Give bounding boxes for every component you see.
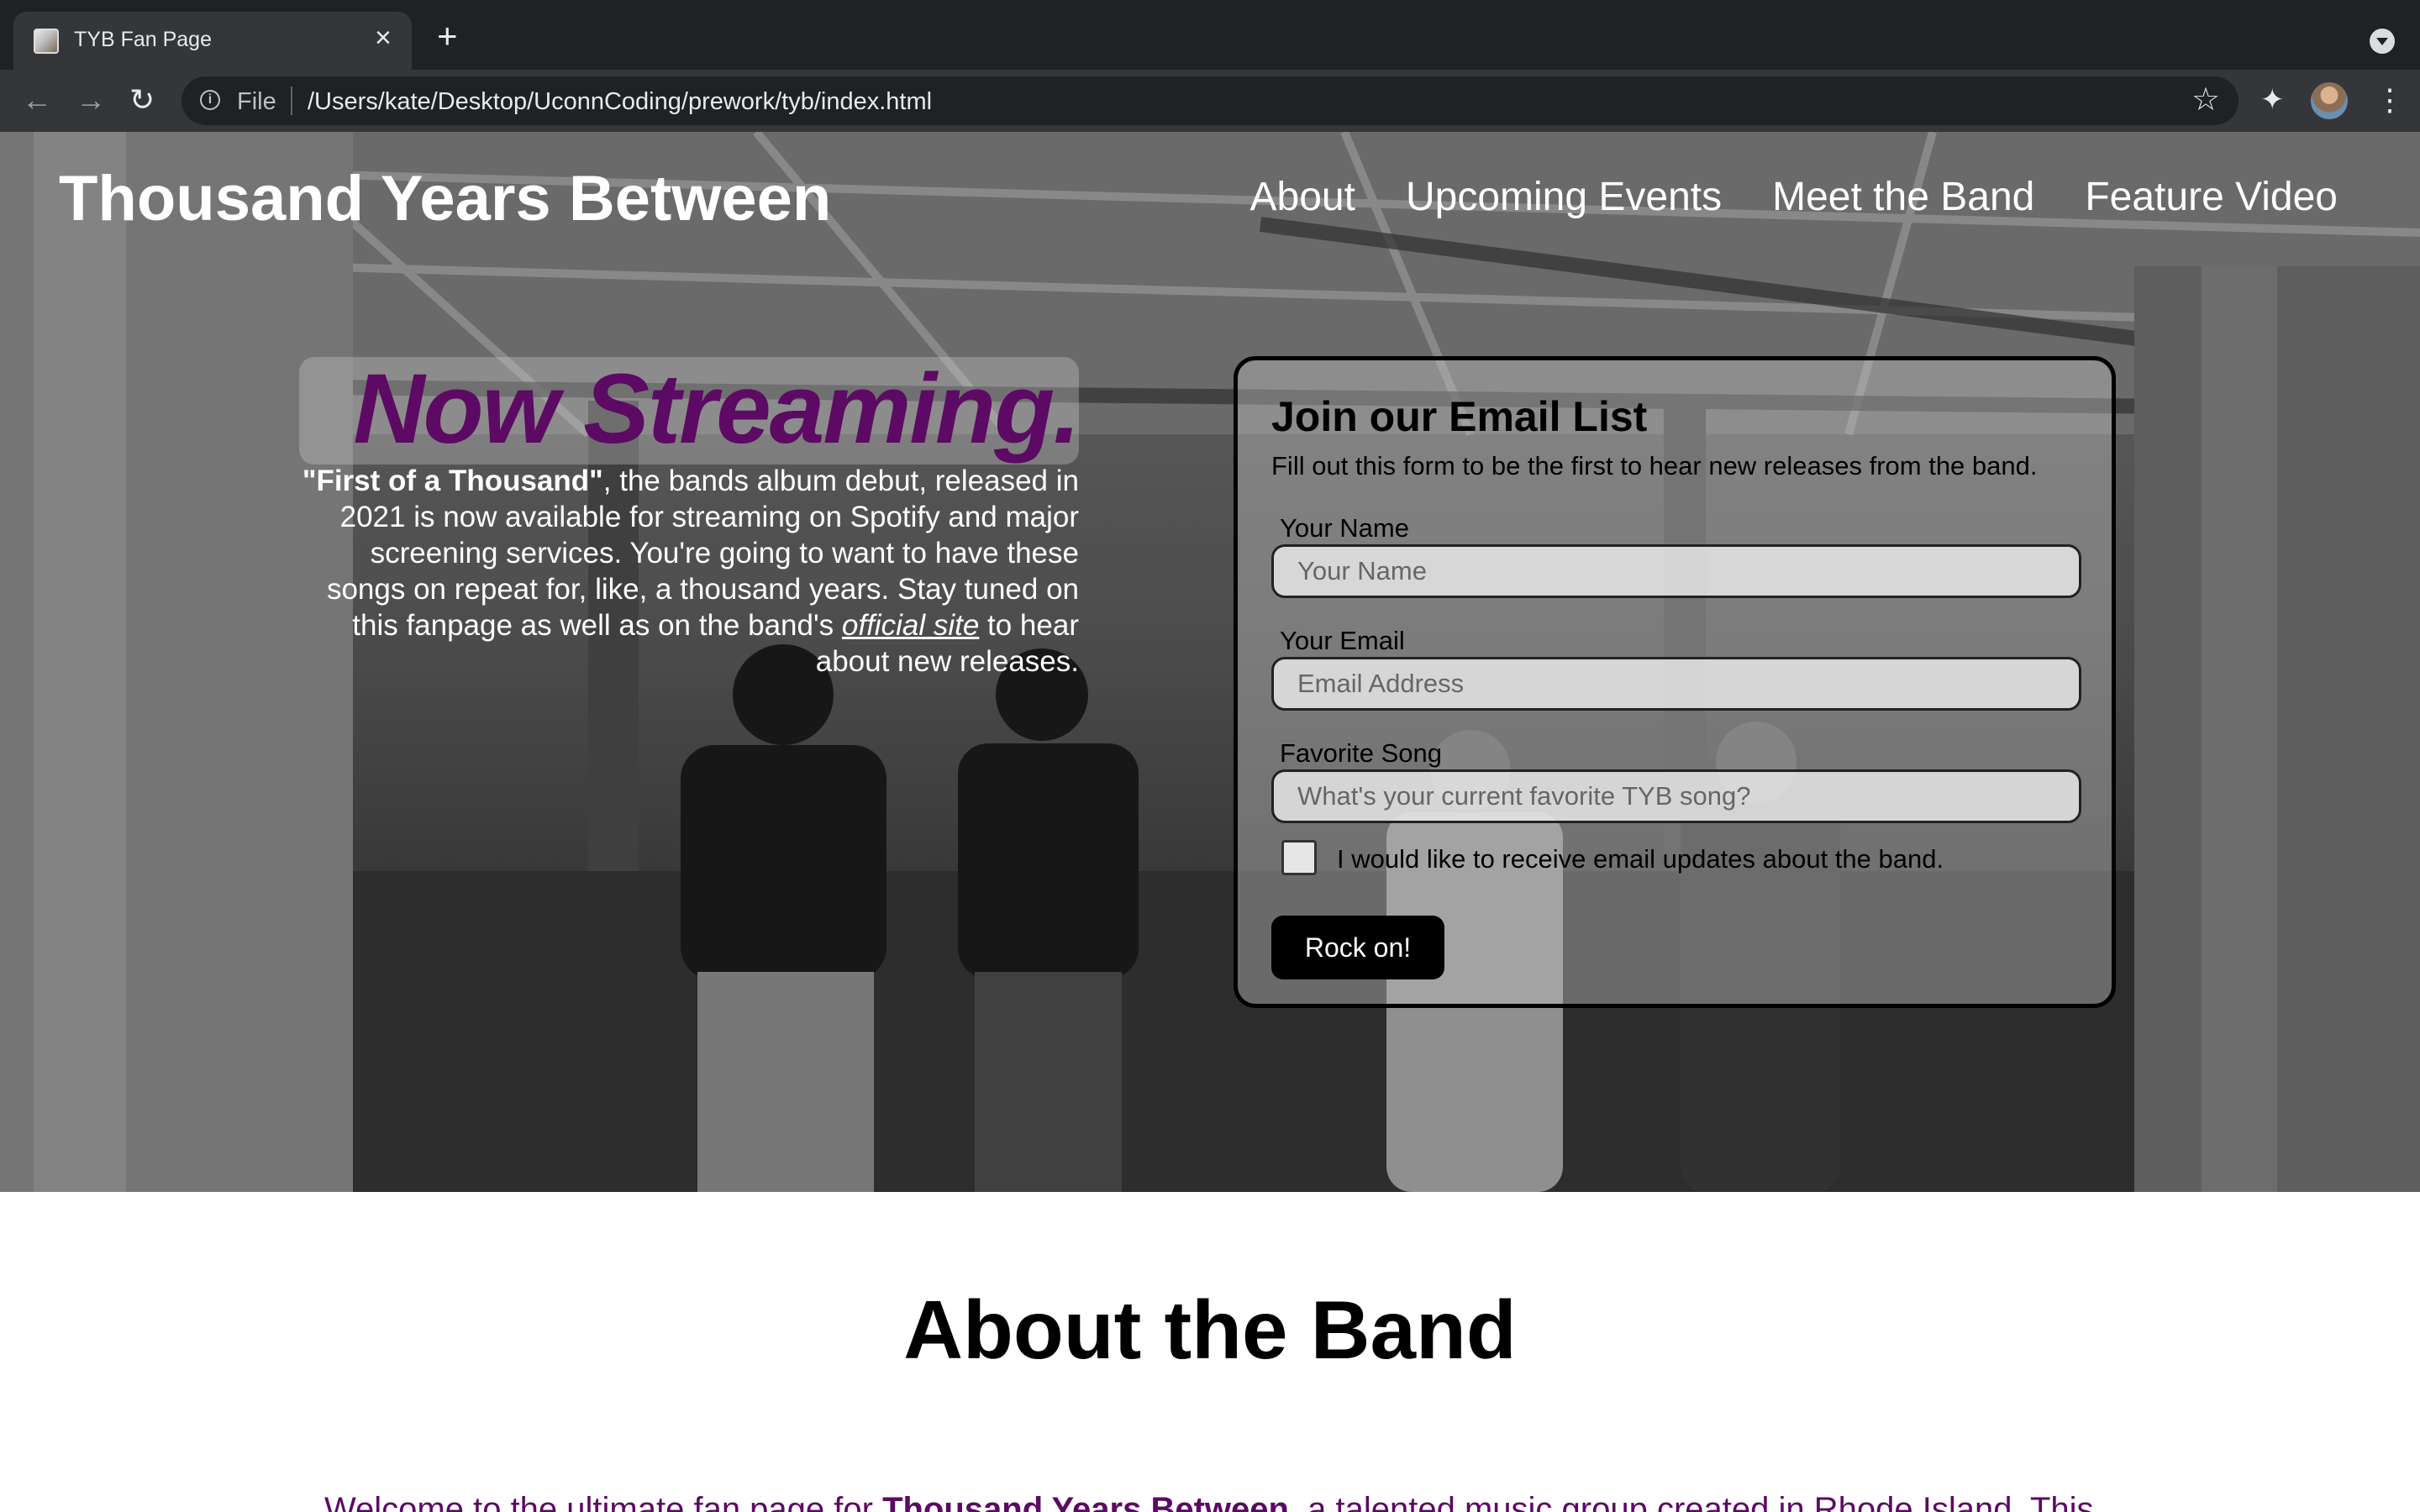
close-tab-icon[interactable]: × xyxy=(375,24,392,52)
main-nav: About Upcoming Events Meet the Band Feat… xyxy=(1250,174,2338,220)
official-site-link[interactable]: official site xyxy=(842,609,979,642)
about-heading: About the Band xyxy=(903,1284,1517,1376)
email-updates-label: I would like to receive email updates ab… xyxy=(1337,844,1944,874)
url-scheme: File xyxy=(237,88,276,115)
new-tab-icon[interactable]: + xyxy=(437,18,458,54)
extensions-icon[interactable]: ✦ xyxy=(2260,81,2285,118)
album-name: "First of a Thousand" xyxy=(302,465,603,497)
nav-upcoming-events[interactable]: Upcoming Events xyxy=(1406,174,1722,220)
song-label: Favorite Song xyxy=(1280,738,1442,768)
about-text-a: Welcome to the ultimate fan page for xyxy=(324,1491,883,1512)
menu-icon[interactable]: ⋮ xyxy=(2375,81,2405,118)
email-label: Your Email xyxy=(1280,626,1405,655)
hero-section: Thousand Years Between About Upcoming Ev… xyxy=(0,132,2420,1192)
browser-tab[interactable]: TYB Fan Page × xyxy=(13,12,412,70)
page-viewport: Thousand Years Between About Upcoming Ev… xyxy=(0,132,2420,1512)
favorite-song-input[interactable] xyxy=(1271,769,2081,823)
bookmark-star-icon[interactable]: ☆ xyxy=(2191,83,2220,117)
browser-tab-bar: TYB Fan Page × + xyxy=(0,0,2420,70)
form-subtitle: Fill out this form to be the first to he… xyxy=(1271,451,2038,480)
profile-avatar[interactable] xyxy=(2311,82,2348,119)
divider xyxy=(291,87,292,115)
name-label: Your Name xyxy=(1280,513,1409,543)
back-icon[interactable]: ← xyxy=(22,83,52,117)
site-title: Thousand Years Between xyxy=(59,163,832,234)
reload-icon[interactable]: ↻ xyxy=(129,83,155,117)
form-title: Join our Email List xyxy=(1271,393,1648,440)
email-updates-checkbox[interactable] xyxy=(1281,840,1317,875)
rock-on-button[interactable]: Rock on! xyxy=(1271,916,1444,979)
nav-meet-the-band[interactable]: Meet the Band xyxy=(1772,174,2034,220)
nav-feature-video[interactable]: Feature Video xyxy=(2085,174,2338,220)
address-bar[interactable]: i File /Users/kate/Desktop/UconnCoding/p… xyxy=(182,76,2238,125)
forward-icon[interactable]: → xyxy=(76,83,106,117)
info-icon[interactable]: i xyxy=(200,90,220,110)
about-text-b: , a talented music group created in Rhod… xyxy=(1288,1491,2094,1512)
tab-search-icon[interactable] xyxy=(2370,29,2395,54)
url-text[interactable]: /Users/kate/Desktop/UconnCoding/prework/… xyxy=(308,88,932,116)
email-input[interactable] xyxy=(1271,657,2081,711)
band-name: Thousand Years Between xyxy=(882,1491,1289,1512)
streaming-description: "First of a Thousand", the bands album d… xyxy=(299,463,1079,680)
tab-title: TYB Fan Page xyxy=(74,28,212,51)
about-paragraph: Welcome to the ultimate fan page for Tho… xyxy=(324,1486,2097,1512)
now-streaming-heading: Now Streaming. xyxy=(353,354,1081,465)
favicon-icon xyxy=(34,29,59,54)
name-input[interactable] xyxy=(1271,544,2081,598)
email-signup-form: Join our Email List Fill out this form t… xyxy=(1234,356,2116,1008)
nav-about[interactable]: About xyxy=(1250,174,1355,220)
browser-toolbar: ← → ↻ i File /Users/kate/Desktop/UconnCo… xyxy=(0,70,2420,132)
